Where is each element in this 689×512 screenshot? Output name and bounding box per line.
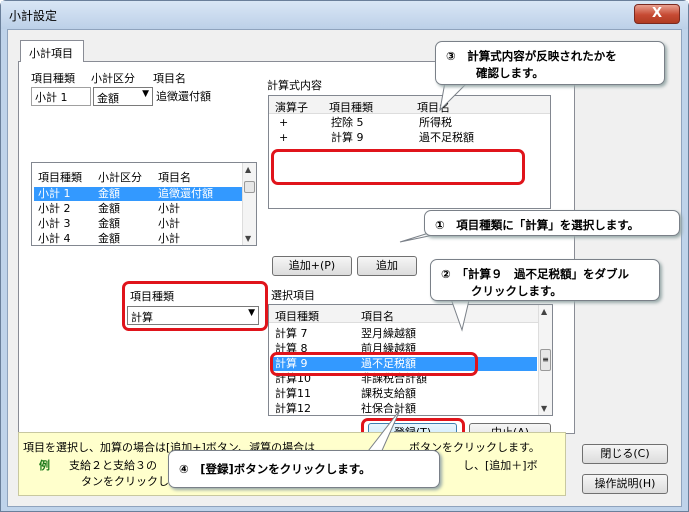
callout-step1: ① 項目種類に「計算」を選択します。 (424, 210, 680, 236)
callout-step4: ④ [登録]ボタンをクリックします。 (168, 450, 440, 488)
callout-step2: ② 「計算９ 過不足税額」をダブル クリックします。 (430, 259, 660, 301)
callout-step3: ③ 計算式内容が反映されたかを 確認します。 (435, 41, 665, 85)
